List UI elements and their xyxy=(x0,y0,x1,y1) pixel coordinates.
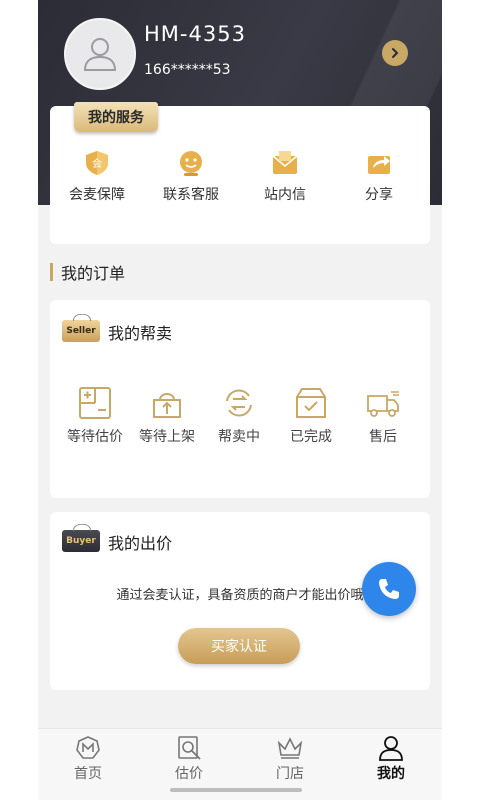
badge-hanger xyxy=(73,313,91,322)
seller-badge: Seller xyxy=(62,313,100,342)
order-awaiting-listing[interactable]: 等待上架 xyxy=(132,386,202,446)
service-label: 分享 xyxy=(365,187,393,203)
orders-section-title: 我的订单 xyxy=(50,262,126,283)
user-avatar-icon xyxy=(83,38,117,71)
service-tag: 我的服务 xyxy=(74,102,158,132)
screen: HM-4353 166******53 我的服务 会 会麦保障 联系客服 站内信… xyxy=(38,0,442,800)
customer-service-icon xyxy=(180,151,202,176)
order-label: 已完成 xyxy=(290,429,332,445)
service-guarantee[interactable]: 会 会麦保障 xyxy=(52,148,142,204)
inbox-icon xyxy=(272,151,298,174)
svg-text:会: 会 xyxy=(92,157,102,170)
help-sell-title[interactable]: 我的帮卖 xyxy=(108,320,172,344)
badge-hanger xyxy=(73,523,91,532)
home-indicator[interactable] xyxy=(170,788,302,792)
truck-icon xyxy=(367,391,399,417)
help-sell-card: Seller 我的帮卖 等待估价 等待上架 帮卖中 已完成 售后 xyxy=(50,300,430,498)
section-title-text: 我的订单 xyxy=(61,264,126,283)
shelf-upload-icon xyxy=(153,393,181,418)
buyer-badge-text: Buyer xyxy=(66,536,96,546)
order-label: 等待估价 xyxy=(67,429,123,445)
phone-icon xyxy=(379,579,399,599)
share-icon xyxy=(368,156,390,174)
tab-label: 首页 xyxy=(74,766,102,782)
crown-icon xyxy=(277,737,303,759)
avatar[interactable] xyxy=(64,18,136,90)
appraise-icon xyxy=(178,736,201,760)
order-selling[interactable]: 帮卖中 xyxy=(204,386,274,446)
my-bids-title[interactable]: 我的出价 xyxy=(108,530,172,554)
order-label: 帮卖中 xyxy=(218,429,260,445)
order-after-sales[interactable]: 售后 xyxy=(348,386,418,446)
home-m-icon xyxy=(76,736,100,759)
chevron-right-icon xyxy=(392,48,399,58)
service-customer[interactable]: 联系客服 xyxy=(146,148,236,204)
tab-mine[interactable]: 我的 xyxy=(351,735,431,783)
order-label: 等待上架 xyxy=(139,429,195,445)
estimate-icon xyxy=(79,387,111,419)
shield-icon: 会 xyxy=(86,151,108,175)
service-card: 我的服务 会 会麦保障 联系客服 站内信 分享 xyxy=(50,102,430,244)
order-label: 售后 xyxy=(369,429,397,445)
username: HM-4353 xyxy=(144,22,246,46)
service-label: 站内信 xyxy=(264,187,306,203)
phone-number: 166******53 xyxy=(144,62,231,78)
service-label: 联系客服 xyxy=(163,187,219,203)
exchange-icon xyxy=(226,389,252,417)
tab-store[interactable]: 门店 xyxy=(250,735,330,783)
buyer-badge: Buyer xyxy=(62,523,100,552)
seller-badge-text: Seller xyxy=(66,326,96,336)
box-check-icon xyxy=(296,388,326,418)
tab-label: 我的 xyxy=(377,766,405,782)
section-accent-bar xyxy=(50,263,53,281)
tab-label: 门店 xyxy=(276,766,304,782)
tab-label: 估价 xyxy=(175,766,203,782)
tab-home[interactable]: 首页 xyxy=(48,735,128,783)
service-share[interactable]: 分享 xyxy=(334,148,424,204)
profile-detail-button[interactable] xyxy=(382,40,408,66)
service-label: 会麦保障 xyxy=(69,187,125,203)
call-button[interactable] xyxy=(362,562,416,616)
order-awaiting-estimate[interactable]: 等待估价 xyxy=(60,386,130,446)
tab-appraise[interactable]: 估价 xyxy=(149,735,229,783)
buyer-certification-button[interactable]: 买家认证 xyxy=(178,628,300,664)
user-icon xyxy=(379,736,403,761)
service-inbox[interactable]: 站内信 xyxy=(240,148,330,204)
order-completed[interactable]: 已完成 xyxy=(276,386,346,446)
